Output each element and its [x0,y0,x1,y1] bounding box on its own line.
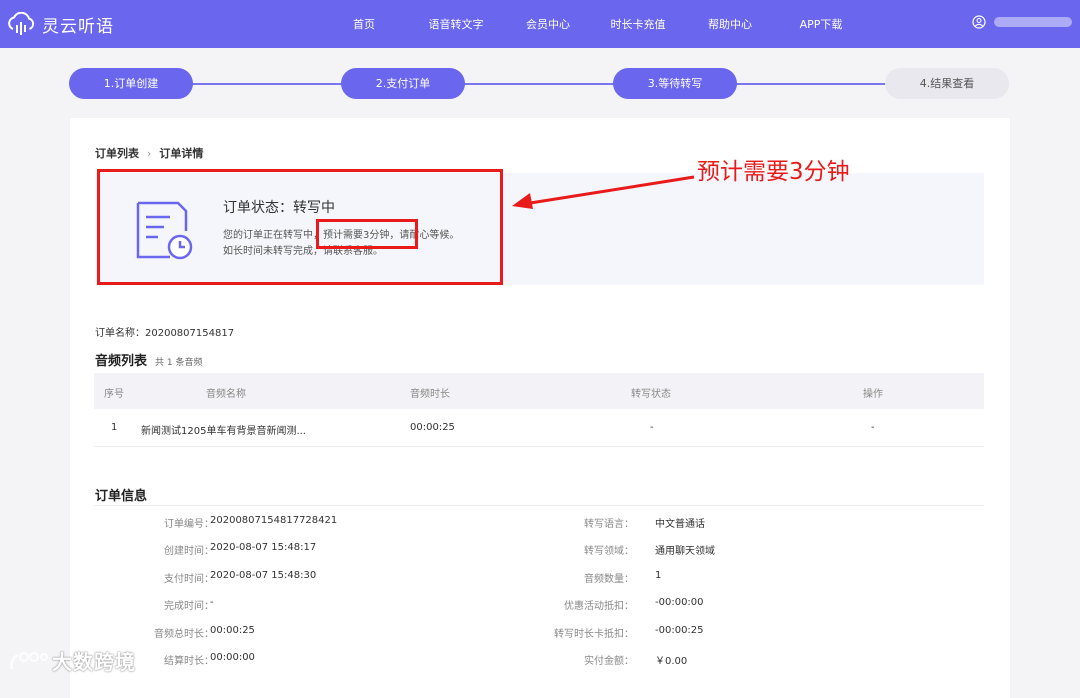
info-label: 优惠活动抵扣： [564,601,634,612]
main-nav: 首页 语音转文字 会员中心 时长卡充值 帮助中心 APP下载 [0,0,1080,48]
info-label: 实付金额： [584,656,634,667]
user-icon [972,15,986,29]
column-header-status: 转写状态 [631,389,671,400]
order-info-title: 订单信息 [95,489,148,504]
info-value: 1 [655,570,662,581]
column-header-action: 操作 [863,389,883,400]
annotation-arrow-icon [512,175,695,209]
info-value: -00:00:00 [655,597,704,608]
step-order-created: 1.订单创建 [69,68,193,99]
step-connector [462,83,616,85]
breadcrumb: 订单列表 › 订单详情 [95,145,203,161]
cell-status: - [650,422,654,433]
info-row: 订单编号： 20200807154817728421 转写语言： 中文普通话 [70,515,1010,530]
annotation-highlight-box [97,169,503,285]
audio-table-header: 序号 音频名称 音频时长 转写状态 操作 [94,373,984,409]
nav-speech-to-text[interactable]: 语音转文字 [429,16,484,32]
username-blurred [994,17,1072,27]
info-value: 2020-08-07 15:48:17 [210,542,317,553]
user-menu[interactable] [972,15,1072,29]
step-view-result: 4.结果查看 [885,68,1009,99]
info-row: 完成时间： - 优惠活动抵扣： -00:00:00 [70,597,1010,612]
step-waiting-transcription: 3.等待转写 [613,68,737,99]
step-pay-order: 2.支付订单 [341,68,465,99]
cell-duration: 00:00:25 [410,422,455,433]
info-row: 音频总时长： 00:00:25 转写时长卡抵扣： -00:00:25 [70,625,1010,640]
divider [94,505,984,506]
info-value: 通用聊天领域 [655,546,715,557]
order-name: 订单名称：20200807154817 [95,328,235,339]
watermark: 大数跨境 [8,646,136,675]
annotation-text: 预计需要3分钟 [697,159,850,185]
info-row: 支付时间： 2020-08-07 15:48:30 音频数量： 1 [70,570,1010,585]
info-value: 00:00:00 [210,652,255,663]
column-header-name: 音频名称 [206,389,246,400]
info-value: -00:00:25 [655,625,704,636]
watermark-text: 大数跨境 [52,650,136,674]
info-value: 2020-08-07 15:48:30 [210,570,317,581]
audio-list-title: 音频列表 [95,354,148,369]
cell-index: 1 [111,422,118,433]
nav-duration-card-recharge[interactable]: 时长卡充值 [611,16,666,32]
chevron-right-icon: › [147,146,152,160]
table-row: 1 新闻测试1205单车有背景音新闻测... 00:00:25 - - [94,409,984,447]
info-value: - [210,597,214,608]
info-value: 20200807154817728421 [210,515,338,526]
annotation-highlight-box [316,219,418,249]
breadcrumb-order-detail: 订单详情 [159,147,204,160]
nav-help-center[interactable]: 帮助中心 [708,16,752,32]
info-value: 中文普通话 [655,519,705,530]
info-value: ￥0.00 [655,656,688,667]
audio-list-count: 共 1 条音频 [155,358,203,368]
info-label: 转写时长卡抵扣： [554,629,634,640]
cell-audio-name: 新闻测试1205单车有背景音新闻测... [141,426,306,437]
step-connector [190,83,344,85]
breadcrumb-order-list[interactable]: 订单列表 [95,145,139,161]
info-label: 创建时间： [164,546,214,557]
step-connector [734,83,888,85]
nav-member-center[interactable]: 会员中心 [526,16,570,32]
info-label: 转写领域： [584,546,634,557]
nav-app-download[interactable]: APP下载 [800,16,843,32]
top-navigation-bar: 灵云听语 首页 语音转文字 会员中心 时长卡充值 帮助中心 APP下载 [0,0,1080,48]
nav-home[interactable]: 首页 [353,16,375,32]
info-label: 订单编号： [164,519,214,530]
column-header-index: 序号 [104,389,124,400]
info-label: 支付时间： [164,574,214,585]
info-label: 完成时间： [164,601,214,612]
column-header-duration: 音频时长 [410,389,450,400]
info-row: 结算时长： 00:00:00 实付金额： ￥0.00 [70,652,1010,667]
info-label: 转写语言： [584,519,634,530]
audio-list-heading: 音频列表 共 1 条音频 [95,350,202,369]
watermark-logo-icon [10,651,48,669]
info-label: 音频总时长： [154,629,214,640]
info-label: 音频数量： [584,574,634,585]
info-value: 00:00:25 [210,625,255,636]
order-detail-card: 订单列表 › 订单详情 订单状态：转写中 您的订单正在转写中，预计需要3分钟，请… [70,118,1010,698]
cell-action: - [871,422,875,433]
info-row: 创建时间： 2020-08-07 15:48:17 转写领域： 通用聊天领域 [70,542,1010,557]
